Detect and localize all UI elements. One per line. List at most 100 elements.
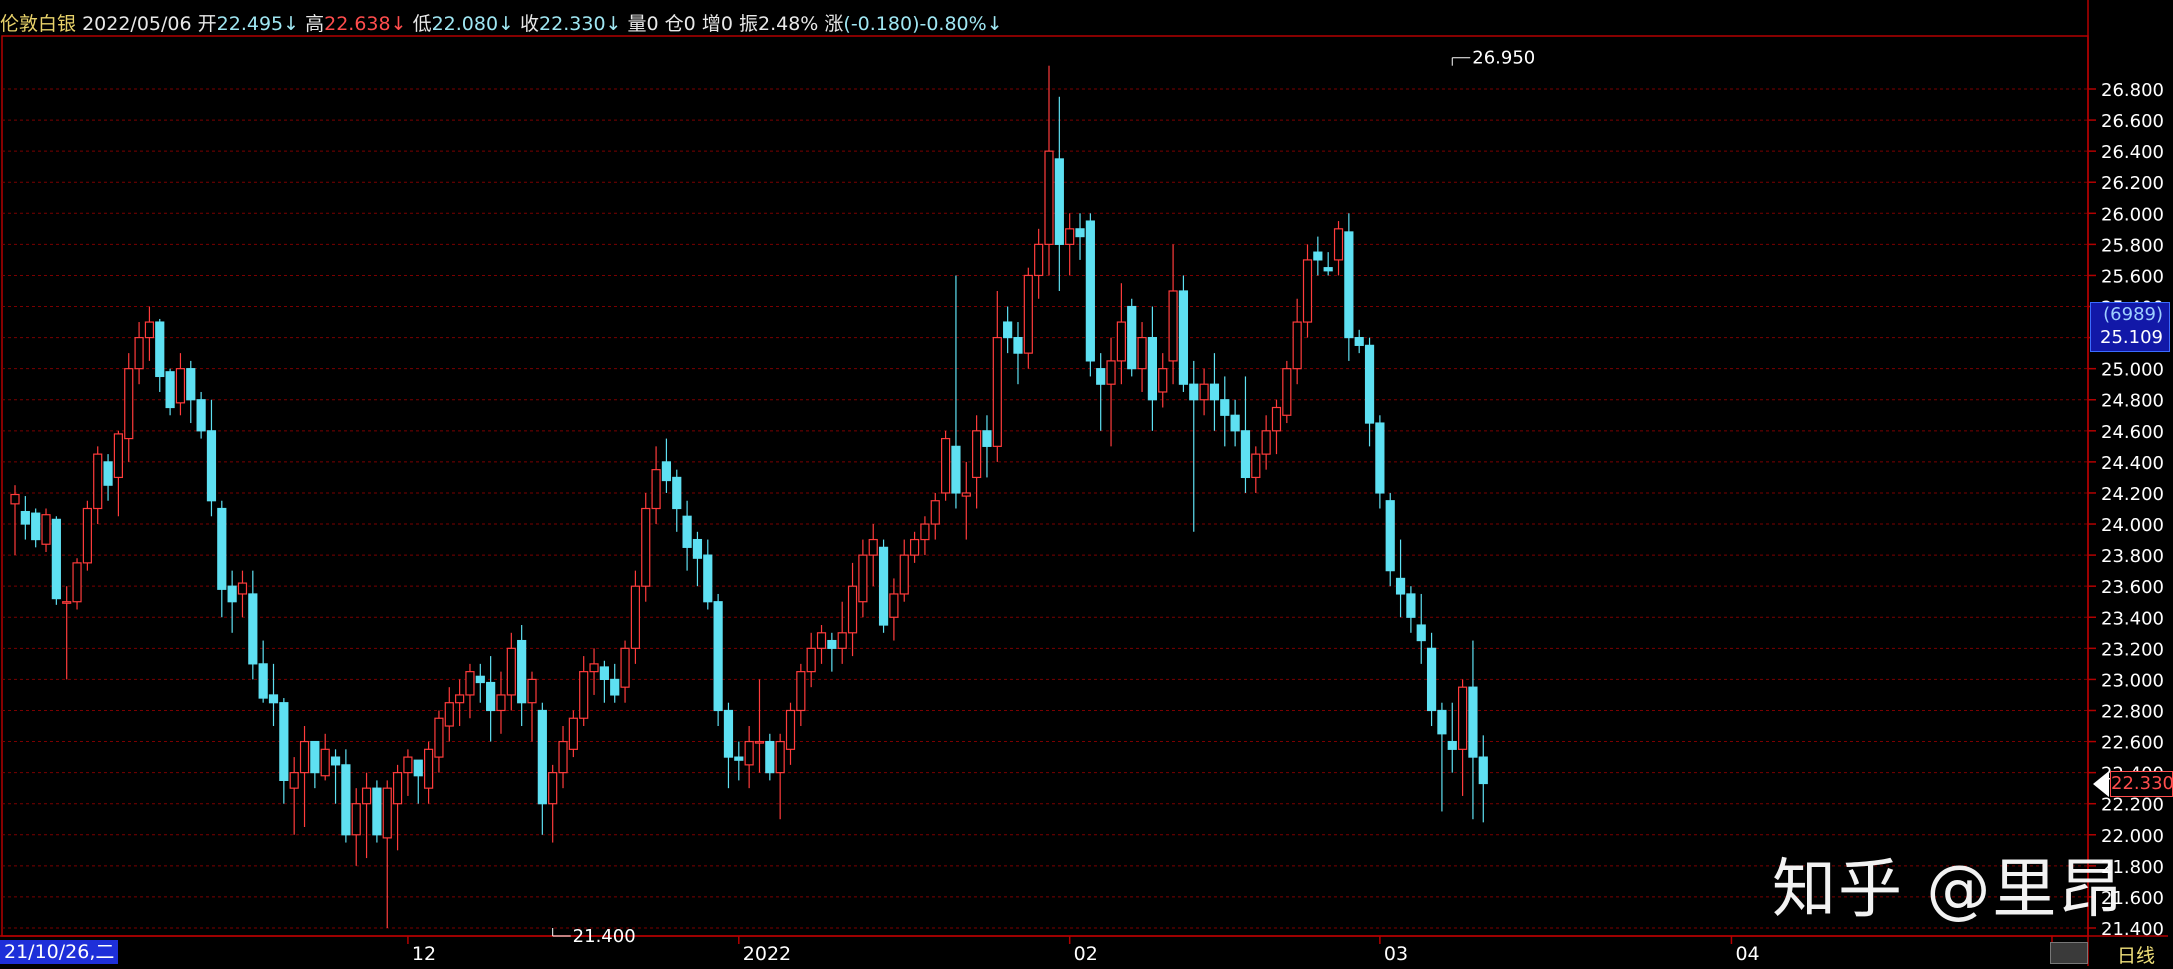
candle-down — [217, 500, 227, 618]
candle-body — [1333, 228, 1344, 261]
candle-up — [41, 508, 51, 553]
candle-up — [1168, 244, 1178, 385]
candle-up — [124, 353, 134, 462]
candle-body — [889, 593, 899, 618]
kline-chart-area[interactable]: 26.800 26.600 26.400 26.200 26.000 25.800 25.6… — [0, 0, 2173, 969]
candle-down — [1003, 306, 1013, 354]
price-axis: 26.800 26.600 26.400 26.200 26.000 25.800 25.6… — [2088, 80, 2164, 940]
price-tick-label: 23.600 — [2101, 577, 2164, 598]
candle-body — [268, 694, 279, 704]
candle-up — [744, 726, 754, 789]
candle-body — [1468, 686, 1478, 758]
candle-up — [1044, 65, 1054, 276]
candle-down — [103, 454, 113, 501]
candle-down — [413, 759, 423, 804]
candle-body — [1096, 368, 1106, 385]
candle-body — [237, 582, 248, 595]
candle-body — [165, 371, 175, 409]
candle-body — [434, 717, 444, 758]
candle-body — [1251, 453, 1261, 479]
grid-lines — [0, 0, 2168, 966]
candle-body — [847, 585, 858, 634]
candle-down — [1178, 275, 1189, 392]
candle-down — [599, 660, 609, 703]
candle-up — [496, 671, 506, 734]
candle-body — [227, 585, 237, 603]
date-tick-label: 02 — [1074, 943, 1098, 965]
candle-body — [310, 740, 320, 774]
candle-down — [486, 656, 496, 742]
candle-down — [1220, 376, 1230, 447]
candle-up — [506, 632, 516, 711]
candle-body — [1354, 336, 1364, 346]
candle-body — [196, 399, 206, 432]
candle-body — [1178, 290, 1189, 385]
candle-down — [713, 593, 723, 727]
candle-body — [93, 453, 103, 510]
candle-body — [1323, 267, 1333, 272]
candle-body — [982, 430, 992, 447]
candle-down — [1437, 702, 1447, 812]
candle-down — [1406, 586, 1416, 633]
candle-body — [837, 632, 847, 649]
change-label: 涨 — [824, 13, 844, 35]
candle-up — [1333, 221, 1344, 276]
candle-down — [268, 663, 279, 727]
candle-down — [1385, 492, 1395, 587]
candle-up — [403, 749, 413, 796]
period-label[interactable]: 日线 — [2117, 941, 2155, 968]
candle-body — [1313, 251, 1323, 261]
close-label: 收 — [520, 13, 540, 35]
candle-down — [31, 508, 41, 548]
candle-body — [630, 585, 641, 649]
price-tick-label: 24.600 — [2101, 422, 2164, 443]
candle-body — [341, 764, 351, 836]
candle-body — [124, 368, 134, 440]
candle-body — [175, 368, 186, 404]
candle-body — [744, 740, 754, 766]
change-value: (-0.180)-0.80%↓ — [843, 13, 1003, 35]
candle-down — [1416, 593, 1426, 664]
candle-up — [909, 531, 920, 563]
last-price-tag: 22.330 — [2110, 771, 2173, 797]
cursor-readout: (6989) 25.109 — [2090, 302, 2170, 352]
candle-up — [847, 562, 858, 657]
candle-body — [82, 507, 92, 564]
date-tick-label: 04 — [1735, 943, 1759, 965]
candle-down — [610, 663, 620, 703]
price-tick-label: 26.000 — [2101, 204, 2164, 225]
candle-down — [330, 749, 341, 804]
candle-up — [82, 500, 92, 571]
candle-up — [10, 485, 20, 556]
candle-up — [992, 290, 1002, 462]
candle-down — [1240, 376, 1251, 493]
candle-down — [279, 698, 289, 804]
candle-body — [1209, 383, 1220, 401]
candle-body — [1302, 259, 1313, 323]
candle-body — [775, 740, 785, 774]
candle-up — [72, 558, 82, 610]
candle-body — [1003, 321, 1013, 339]
candle-up — [1023, 267, 1033, 369]
candle-down — [982, 415, 992, 478]
candle-body — [734, 756, 744, 761]
candle-body — [1137, 336, 1147, 370]
candle-up — [796, 663, 806, 727]
candle-down — [1395, 539, 1406, 618]
candle-up — [1271, 399, 1282, 455]
candle-body — [868, 538, 878, 556]
candlestick-chart[interactable]: 26.800 26.600 26.400 26.200 26.000 25.800 25.6… — [0, 0, 2173, 969]
price-tick-label: 24.800 — [2101, 391, 2164, 412]
low-label: 低 — [412, 13, 432, 35]
candle-down — [1344, 213, 1354, 361]
candle-body — [858, 554, 868, 603]
candle-body — [1292, 321, 1302, 370]
scroll-thumb[interactable] — [2050, 942, 2088, 964]
candle-up — [889, 578, 899, 641]
candles — [10, 65, 1488, 928]
candle-down — [1478, 735, 1488, 823]
open-label: 开 — [197, 13, 217, 35]
candle-down — [661, 438, 672, 493]
start-date-label: 21/10/26,二 — [0, 940, 119, 964]
candle-down — [1096, 353, 1106, 431]
